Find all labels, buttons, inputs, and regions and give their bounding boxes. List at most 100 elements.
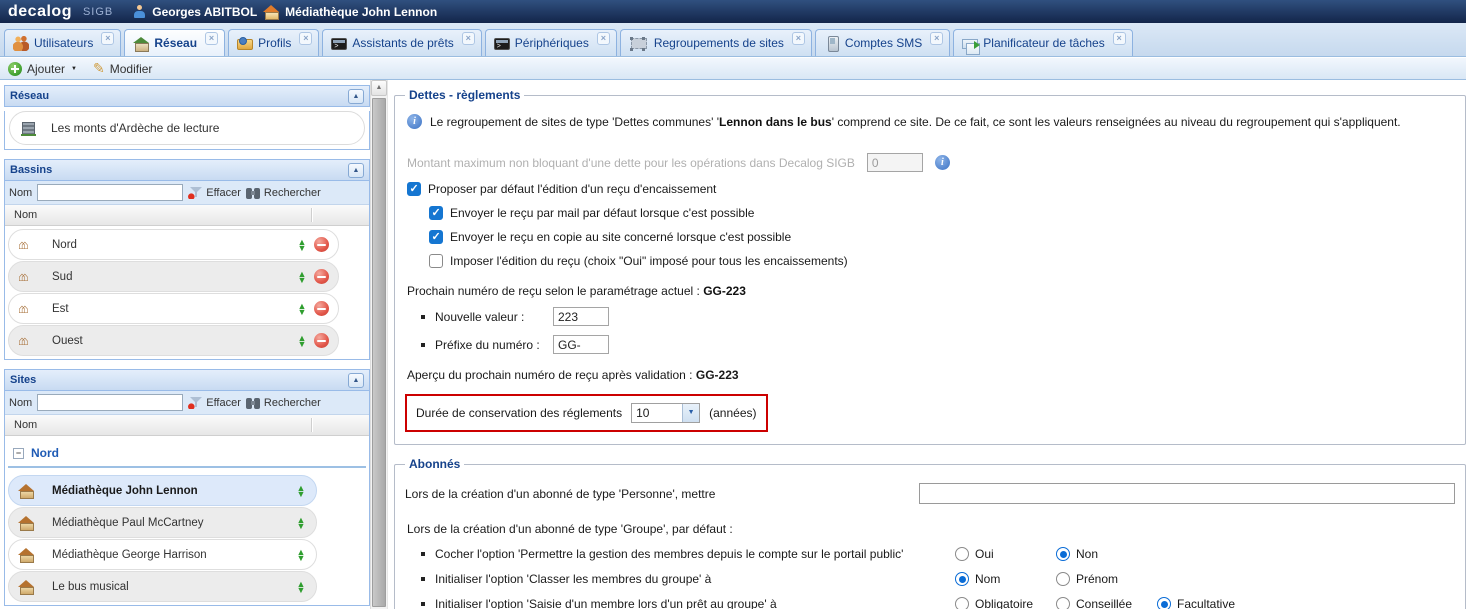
- tab[interactable]: Profils: [228, 29, 319, 56]
- sort-arrows-icon[interactable]: [296, 271, 308, 283]
- collapse-up-icon[interactable]: [348, 89, 364, 104]
- tab-label: Réseau: [154, 36, 197, 50]
- checkbox[interactable]: [429, 206, 443, 220]
- tab-close-icon[interactable]: [205, 32, 218, 45]
- info-text-prefix: Le regroupement de sites de type 'Dettes…: [430, 115, 719, 129]
- bassin-row[interactable]: Ouest: [8, 325, 339, 356]
- radio-icon[interactable]: [1157, 597, 1171, 609]
- sites-group-nord[interactable]: Nord: [8, 442, 366, 468]
- info-icon[interactable]: i: [407, 114, 422, 129]
- bullet-icon: [421, 602, 425, 606]
- modify-button-label: Modifier: [110, 62, 153, 76]
- bassins-column-header[interactable]: Nom: [5, 205, 369, 226]
- chevron-down-icon[interactable]: [682, 404, 699, 422]
- tab-close-icon[interactable]: [299, 32, 312, 45]
- sites-panel-header[interactable]: Sites: [4, 369, 370, 391]
- tab-label: Regroupements de sites: [654, 36, 784, 50]
- prefixe-input[interactable]: [553, 335, 609, 354]
- tab-close-icon[interactable]: [792, 32, 805, 45]
- radio-icon[interactable]: [1056, 597, 1070, 609]
- radio-non[interactable]: Non: [1056, 547, 1157, 561]
- sites-clear-button[interactable]: Effacer: [188, 396, 241, 409]
- scrollbar-thumb[interactable]: [372, 98, 386, 607]
- remove-icon[interactable]: [314, 333, 329, 348]
- sort-arrows-icon[interactable]: [295, 485, 307, 497]
- option-row-saisie-membre: Initialiser l'option 'Saisie d'un membre…: [421, 597, 1455, 609]
- retention-duration-select[interactable]: 10: [631, 403, 700, 423]
- radio-icon[interactable]: [1056, 547, 1070, 561]
- tab[interactable]: Planificateur de tâches: [953, 29, 1132, 56]
- radio-conseillee[interactable]: Conseillée: [1056, 597, 1157, 609]
- radio-icon[interactable]: [955, 572, 969, 586]
- nouvelle-valeur-input[interactable]: [553, 307, 609, 326]
- remove-icon[interactable]: [314, 237, 329, 252]
- add-button[interactable]: Ajouter: [8, 62, 77, 76]
- sidebar-scrollbar[interactable]: [370, 80, 388, 609]
- radio-icon[interactable]: [955, 547, 969, 561]
- tab[interactable]: Regroupements de sites: [620, 29, 812, 56]
- pencil-icon: [93, 60, 105, 77]
- tab[interactable]: Utilisateurs: [4, 29, 121, 56]
- network-item[interactable]: Les monts d'Ardèche de lecture: [9, 111, 365, 145]
- modify-button[interactable]: Modifier: [93, 60, 152, 77]
- collapse-up-icon[interactable]: [348, 163, 364, 178]
- checkbox[interactable]: [429, 230, 443, 244]
- site-row[interactable]: Médiathèque Paul McCartney: [8, 507, 317, 538]
- sort-arrows-icon[interactable]: [296, 239, 308, 251]
- radio-icon[interactable]: [955, 597, 969, 609]
- radio-nom[interactable]: Nom: [955, 572, 1056, 586]
- radio-nom-label: Nom: [975, 572, 1000, 586]
- bassins-filter-input[interactable]: [37, 184, 183, 201]
- tab-icon: [824, 36, 840, 51]
- tab[interactable]: Réseau: [124, 29, 225, 56]
- tab-close-icon[interactable]: [930, 32, 943, 45]
- home-icon: [18, 580, 34, 594]
- collapse-up-icon[interactable]: [348, 373, 364, 388]
- bassins-panel-header[interactable]: Bassins: [4, 159, 370, 181]
- tab-close-icon[interactable]: [462, 32, 475, 45]
- prochain-numero-value: GG-223: [703, 284, 746, 298]
- bassins-column-header-label: Nom: [14, 209, 37, 221]
- radio-obligatoire[interactable]: Obligatoire: [955, 597, 1056, 609]
- bassins-search-button[interactable]: Rechercher: [246, 187, 321, 199]
- tab-close-icon[interactable]: [101, 32, 114, 45]
- tab-close-icon[interactable]: [597, 32, 610, 45]
- bassin-row[interactable]: Est: [8, 293, 339, 324]
- tab-close-icon[interactable]: [1113, 32, 1126, 45]
- bassins-clear-button[interactable]: Effacer: [188, 186, 241, 199]
- checkbox-row: Imposer l'édition du reçu (choix "Oui" i…: [429, 254, 1455, 268]
- checkbox[interactable]: [407, 182, 421, 196]
- bassin-row[interactable]: Sud: [8, 261, 339, 292]
- tab-icon: [13, 36, 29, 51]
- sort-arrows-icon[interactable]: [296, 303, 308, 315]
- tree-collapse-icon[interactable]: [13, 448, 24, 459]
- site-row[interactable]: Médiathèque George Harrison: [8, 539, 317, 570]
- sort-arrows-icon[interactable]: [296, 335, 308, 347]
- bassins-list: Nord Sud: [5, 226, 369, 359]
- checkbox[interactable]: [429, 254, 443, 268]
- radio-facultative[interactable]: Facultative: [1157, 597, 1258, 609]
- tab[interactable]: Périphériques: [485, 29, 617, 56]
- site-row[interactable]: Médiathèque John Lennon: [8, 475, 317, 506]
- user-icon: [133, 5, 146, 18]
- remove-icon[interactable]: [314, 269, 329, 284]
- remove-icon[interactable]: [314, 301, 329, 316]
- tab-icon: [962, 39, 978, 49]
- tab[interactable]: Comptes SMS: [815, 29, 950, 56]
- tab[interactable]: Assistants de prêts: [322, 29, 481, 56]
- radio-prenom[interactable]: Prénom: [1056, 572, 1157, 586]
- sites-column-header[interactable]: Nom: [5, 415, 369, 436]
- sort-arrows-icon[interactable]: [295, 581, 307, 593]
- sort-arrows-icon[interactable]: [295, 517, 307, 529]
- radio-oui[interactable]: Oui: [955, 547, 1056, 561]
- bassin-row[interactable]: Nord: [8, 229, 339, 260]
- network-panel-header[interactable]: Réseau: [4, 85, 370, 107]
- sites-filter-input[interactable]: [37, 394, 183, 411]
- sites-search-button[interactable]: Rechercher: [246, 397, 321, 409]
- site-row[interactable]: Le bus musical: [8, 571, 317, 602]
- scroll-up-icon[interactable]: [371, 80, 387, 96]
- info-icon[interactable]: i: [935, 155, 950, 170]
- radio-icon[interactable]: [1056, 572, 1070, 586]
- personne-input[interactable]: [919, 483, 1455, 504]
- sort-arrows-icon[interactable]: [295, 549, 307, 561]
